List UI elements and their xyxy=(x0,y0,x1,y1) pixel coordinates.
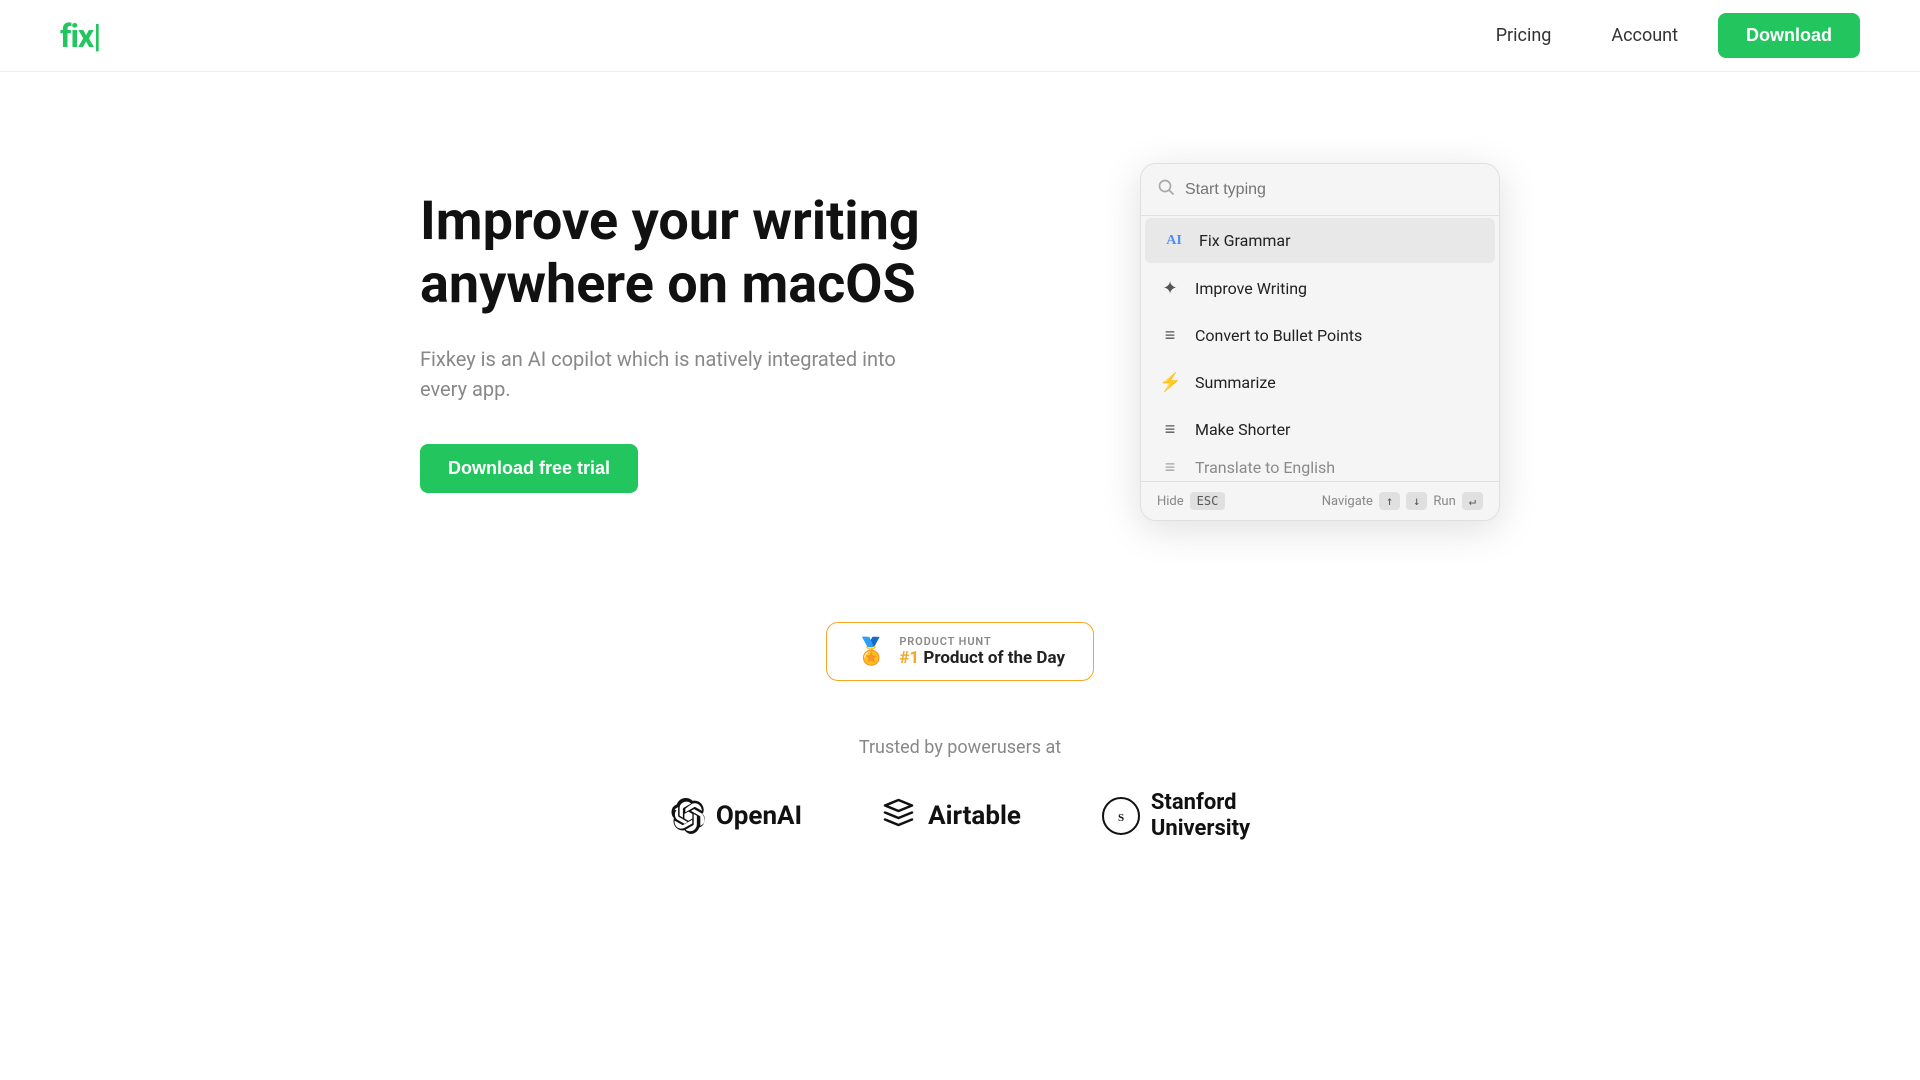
popup-search-bar xyxy=(1141,164,1499,216)
navigate-label: Navigate xyxy=(1322,494,1373,509)
airtable-name: Airtable xyxy=(928,801,1021,831)
ph-label: PRODUCT HUNT xyxy=(899,635,1065,648)
social-proof-section: 🏅 PRODUCT HUNT #1 Product of the Day xyxy=(0,592,1920,737)
stanford-name: StanfordUniversity xyxy=(1151,790,1250,843)
stanford-icon: S xyxy=(1101,796,1141,836)
navigate-down-key: ↓ xyxy=(1406,492,1427,510)
hide-key: ESC xyxy=(1190,492,1226,510)
popup-footer: Hide ESC Navigate ↑ ↓ Run ↵ xyxy=(1141,481,1499,520)
improve-writing-label: Improve Writing xyxy=(1195,279,1307,298)
popup-item-improve-writing[interactable]: ✦ Improve Writing xyxy=(1141,265,1499,312)
bullet-points-label: Convert to Bullet Points xyxy=(1195,326,1362,345)
nav-account-link[interactable]: Account xyxy=(1591,17,1698,54)
nav-download-button[interactable]: Download xyxy=(1718,13,1860,58)
popup-footer-navigate: Navigate ↑ ↓ Run ↵ xyxy=(1322,492,1483,510)
run-label: Run xyxy=(1433,494,1455,509)
logo: fix| xyxy=(60,17,100,55)
header: fix| Pricing Account Download xyxy=(0,0,1920,72)
trophy-icon: 🏅 xyxy=(855,637,887,667)
popup-item-fix-grammar[interactable]: AI Fix Grammar xyxy=(1145,218,1495,263)
search-icon xyxy=(1157,178,1175,201)
translate-label: Translate to English xyxy=(1195,458,1335,477)
make-shorter-icon: ≡ xyxy=(1159,419,1181,440)
airtable-icon xyxy=(882,798,918,834)
translate-icon: ≡ xyxy=(1159,457,1181,478)
improve-writing-icon: ✦ xyxy=(1159,278,1181,299)
stanford-logo: S StanfordUniversity xyxy=(1101,790,1250,843)
download-trial-button[interactable]: Download free trial xyxy=(420,444,638,493)
ph-title: #1 Product of the Day xyxy=(899,648,1065,668)
make-shorter-label: Make Shorter xyxy=(1195,420,1290,439)
popup-search-input[interactable] xyxy=(1185,181,1483,199)
popup-item-make-shorter[interactable]: ≡ Make Shorter xyxy=(1141,406,1499,453)
bullet-points-icon: ≡ xyxy=(1159,325,1181,346)
popup-item-translate[interactable]: ≡ Translate to English xyxy=(1141,453,1499,481)
fix-grammar-label: Fix Grammar xyxy=(1199,231,1291,250)
summarize-icon: ⚡ xyxy=(1159,372,1181,393)
navigate-up-key: ↑ xyxy=(1379,492,1400,510)
hero-left: Improve your writing anywhere on macOS F… xyxy=(420,191,940,492)
product-hunt-badge: 🏅 PRODUCT HUNT #1 Product of the Day xyxy=(826,622,1094,681)
airtable-logo: Airtable xyxy=(882,798,1021,834)
hero-section: Improve your writing anywhere on macOS F… xyxy=(0,72,1920,592)
run-key: ↵ xyxy=(1462,492,1483,510)
trusted-section: Trusted by powerusers at OpenAI Airtable… xyxy=(0,737,1920,903)
popup-menu-list: AI Fix Grammar ✦ Improve Writing ≡ Conve… xyxy=(1141,218,1499,481)
nav-pricing-link[interactable]: Pricing xyxy=(1476,17,1572,54)
hero-right: AI Fix Grammar ✦ Improve Writing ≡ Conve… xyxy=(1140,163,1500,521)
openai-logo: OpenAI xyxy=(670,798,802,834)
popup-item-summarize[interactable]: ⚡ Summarize xyxy=(1141,359,1499,406)
svg-text:S: S xyxy=(1118,812,1124,824)
ph-text: PRODUCT HUNT #1 Product of the Day xyxy=(899,635,1065,668)
brand-logos-row: OpenAI Airtable S StanfordUniversity xyxy=(670,790,1250,843)
nav: Pricing Account Download xyxy=(1476,13,1860,58)
hero-title: Improve your writing anywhere on macOS xyxy=(420,191,940,315)
openai-name: OpenAI xyxy=(716,801,802,831)
popup-item-bullet-points[interactable]: ≡ Convert to Bullet Points xyxy=(1141,312,1499,359)
openai-icon xyxy=(670,798,706,834)
popup-footer-hide: Hide ESC xyxy=(1157,492,1225,510)
trusted-label: Trusted by powerusers at xyxy=(859,737,1061,758)
popup-widget: AI Fix Grammar ✦ Improve Writing ≡ Conve… xyxy=(1140,163,1500,521)
fix-grammar-icon: AI xyxy=(1163,233,1185,249)
summarize-label: Summarize xyxy=(1195,373,1276,392)
hero-subtitle: Fixkey is an AI copilot which is nativel… xyxy=(420,344,940,404)
hide-label: Hide xyxy=(1157,494,1184,509)
